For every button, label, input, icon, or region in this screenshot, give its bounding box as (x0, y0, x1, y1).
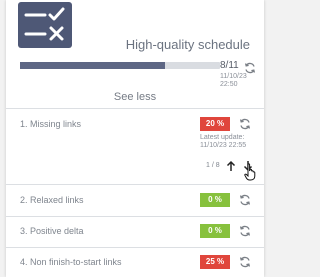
latest-update-value: 11/10/23 22:55 (200, 142, 247, 149)
quality-check-card: High-quality schedule 8/11 11/10/23 22:5… (6, 0, 264, 277)
status-badge: 25 % (200, 255, 230, 269)
refresh-icon[interactable] (239, 225, 251, 237)
divider (6, 216, 264, 217)
arrow-up-icon[interactable] (226, 159, 236, 177)
check-row-positive-delta[interactable]: 3. Positive delta (20, 226, 84, 236)
check-row-missing-links[interactable]: 1. Missing links (20, 119, 81, 129)
check-row-non-finish-to-start-links[interactable]: 4. Non finish-to-start links (20, 257, 122, 267)
last-run-date: 11/10/23 22:50 (220, 73, 247, 89)
check-row-relaxed-links[interactable]: 2. Relaxed links (20, 195, 84, 205)
divider (6, 184, 264, 185)
refresh-icon[interactable] (239, 194, 251, 206)
refresh-icon[interactable] (239, 118, 251, 130)
pager-text: 1 / 8 (206, 162, 220, 169)
progress-count: 8/11 (220, 60, 239, 71)
divider (6, 108, 264, 109)
last-run-time-line: 22:50 (220, 81, 238, 88)
see-less-link[interactable]: See less (6, 91, 264, 103)
status-badge: 20 % (200, 117, 230, 131)
status-badge: 0 % (200, 224, 230, 238)
hand-pointer-icon (244, 163, 257, 186)
progress-fill (20, 62, 166, 69)
latest-update: Latest update: 11/10/23 22:55 (200, 134, 246, 150)
refresh-icon[interactable] (239, 256, 251, 268)
card-title: High-quality schedule (125, 37, 250, 52)
progress-bar (20, 62, 220, 69)
last-run-date-line: 11/10/23 (220, 73, 247, 80)
divider (6, 247, 264, 248)
latest-update-label: Latest update: (200, 134, 245, 141)
status-badge: 0 % (200, 193, 230, 207)
schedule-check-icon (18, 2, 72, 48)
